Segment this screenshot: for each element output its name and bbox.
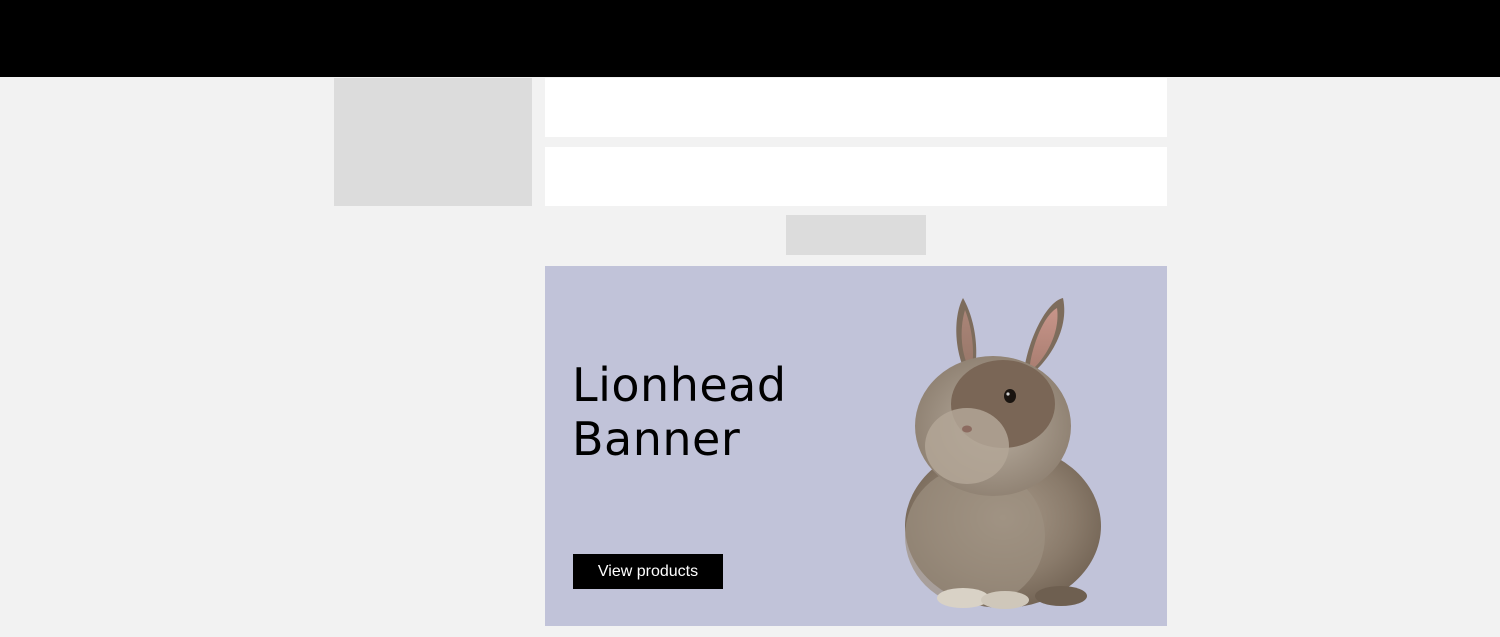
content-panel-second [545,147,1167,206]
top-navigation-bar [0,0,1500,77]
sidebar-placeholder [334,78,532,206]
view-products-button[interactable]: View products [573,554,723,589]
loading-placeholder-button [786,215,926,255]
rabbit-image [905,298,1101,609]
banner-title: Lionhead Banner [572,358,892,466]
content-panel-top [545,78,1167,137]
banner-title-line1: Lionhead [572,358,787,412]
promo-banner: Lionhead Banner View products [545,266,1167,626]
banner-title-line2: Banner [572,412,741,466]
